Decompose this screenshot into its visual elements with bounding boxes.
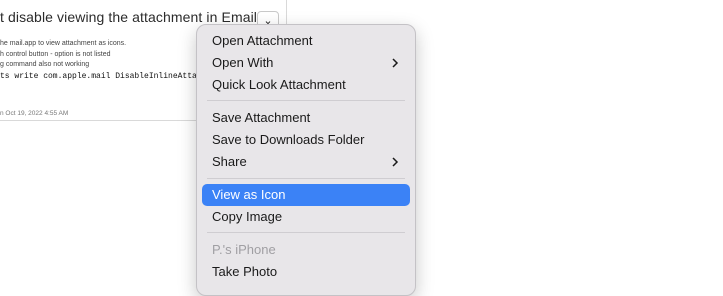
menu-separator bbox=[207, 178, 405, 179]
email-date: n Oct 19, 2022 4:55 AM bbox=[0, 110, 69, 117]
menu-separator bbox=[207, 100, 405, 101]
menu-item-save-to-downloads[interactable]: Save to Downloads Folder bbox=[202, 129, 410, 151]
email-body-line: h control button - option is not listed bbox=[0, 51, 111, 58]
menu-item-open-attachment[interactable]: Open Attachment bbox=[202, 30, 410, 52]
menu-item-device-header: P.'s iPhone bbox=[202, 239, 410, 261]
menu-item-label: Quick Look Attachment bbox=[212, 77, 346, 92]
menu-item-label: Open Attachment bbox=[212, 33, 313, 48]
menu-item-label: View as Icon bbox=[212, 187, 286, 202]
menu-item-take-photo[interactable]: Take Photo bbox=[202, 261, 410, 283]
menu-item-label: Copy Image bbox=[212, 209, 283, 224]
menu-item-open-with[interactable]: Open With bbox=[202, 52, 410, 74]
email-subject: t disable viewing the attachment in Emai… bbox=[0, 9, 269, 25]
chevron-right-icon bbox=[392, 58, 399, 68]
menu-item-label: Save Attachment bbox=[212, 110, 311, 125]
menu-item-label: Take Photo bbox=[212, 264, 278, 279]
email-body-line: he mail.app to view attachment as icons. bbox=[0, 40, 127, 47]
menu-item-label: Share bbox=[212, 154, 247, 169]
menu-separator bbox=[207, 232, 405, 233]
menu-item-label: Save to Downloads Folder bbox=[212, 132, 365, 147]
menu-item-save-attachment[interactable]: Save Attachment bbox=[202, 107, 410, 129]
menu-item-label: P.'s iPhone bbox=[212, 242, 276, 257]
menu-item-quick-look[interactable]: Quick Look Attachment bbox=[202, 74, 410, 96]
context-menu: Open Attachment Open With Quick Look Att… bbox=[196, 24, 416, 296]
chevron-right-icon bbox=[392, 157, 399, 167]
menu-item-share[interactable]: Share bbox=[202, 151, 410, 173]
menu-item-view-as-icon[interactable]: View as Icon bbox=[202, 184, 410, 206]
menu-item-label: Open With bbox=[212, 55, 274, 70]
email-body-line: g command also not working bbox=[0, 61, 90, 68]
menu-item-copy-image[interactable]: Copy Image bbox=[202, 206, 410, 228]
